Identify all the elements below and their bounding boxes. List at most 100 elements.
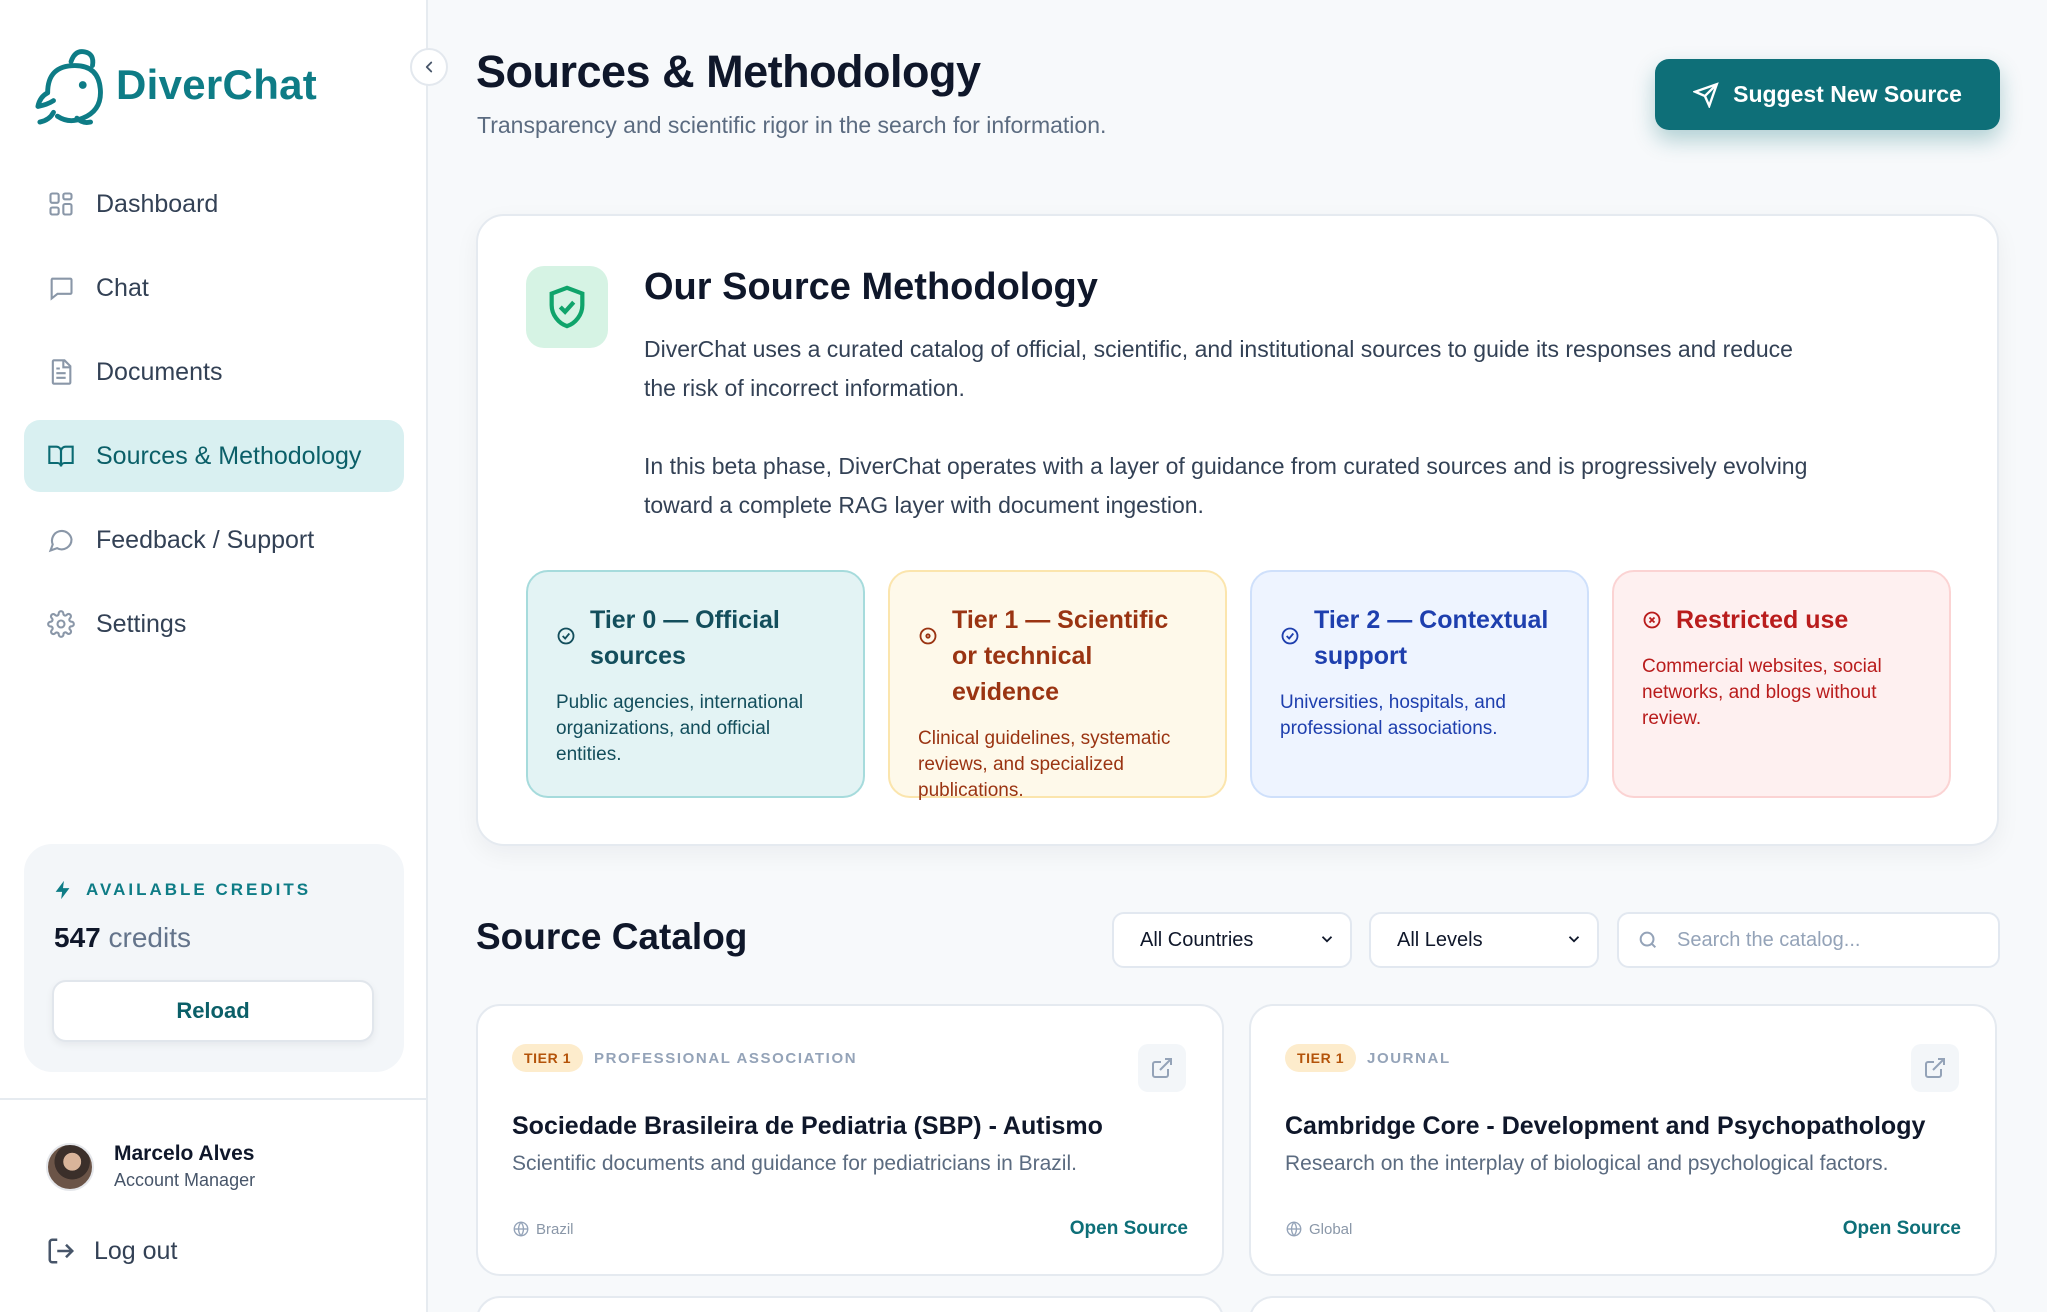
source-card-partial	[1249, 1296, 1997, 1312]
user-role: Account Manager	[114, 1170, 256, 1190]
country-filter-select[interactable]: All Countries	[1112, 912, 1352, 968]
open-source-link[interactable]: Open Source	[1070, 1218, 1188, 1240]
tier-2-description: Universities, hospitals, and professiona…	[1280, 692, 1506, 739]
sidebar-item-label: Sources & Methodology	[96, 441, 362, 470]
source-region: Global	[1285, 1220, 1352, 1238]
tier-0-description: Public agencies, international organizat…	[556, 692, 804, 765]
logout-button[interactable]: Log out	[46, 1236, 177, 1266]
sidebar-item-documents[interactable]: Documents	[24, 336, 404, 408]
country-filter-value: All Countries	[1140, 928, 1254, 951]
credits-unit: credits	[108, 922, 191, 953]
restricted-use-title: Restricted use	[1676, 606, 1849, 634]
document-icon	[46, 357, 76, 387]
source-name: Cambridge Core - Development and Psychop…	[1285, 1112, 1926, 1140]
sidebar-item-chat[interactable]: Chat	[24, 252, 404, 324]
gear-icon	[46, 609, 76, 639]
external-link-button[interactable]	[1911, 1044, 1959, 1092]
credits-card: AVAILABLE CREDITS 547 credits Reload	[24, 844, 404, 1072]
sidebar-item-label: Settings	[96, 609, 187, 638]
message-circle-icon	[46, 525, 76, 555]
source-region: Brazil	[512, 1220, 574, 1238]
chat-icon	[46, 273, 76, 303]
tier-0-card: Tier 0 — Official sources Public agencie…	[526, 570, 865, 798]
dot-circle-icon	[919, 627, 937, 645]
page-title: Sources & Methodology	[476, 46, 981, 97]
sidebar-item-settings[interactable]: Settings	[24, 588, 404, 660]
source-name: Sociedade Brasileira de Pediatria (SBP) …	[512, 1112, 1103, 1140]
credits-label: AVAILABLE CREDITS	[86, 880, 312, 899]
avatar	[46, 1142, 94, 1191]
open-source-link[interactable]: Open Source	[1843, 1218, 1961, 1240]
tier-1-heading: Tier 1 — Scientific or technical evidenc…	[918, 602, 1197, 710]
check-circle-icon	[1281, 627, 1299, 645]
credits-value: 547 credits	[54, 922, 191, 954]
search-input[interactable]	[1677, 928, 1977, 952]
globe-icon	[1286, 1221, 1302, 1237]
source-type: JOURNAL	[1367, 1050, 1451, 1067]
sidebar-item-feedback-support[interactable]: Feedback / Support	[24, 504, 404, 576]
methodology-paragraph-2: In this beta phase, DiverChat operates w…	[644, 453, 1808, 518]
logout-label: Log out	[94, 1236, 178, 1265]
sidebar-nav: Dashboard Chat Documents Sources & Metho…	[24, 168, 404, 672]
whale-logo-icon	[35, 49, 103, 125]
catalog-title: Source Catalog	[476, 916, 748, 957]
sidebar-item-label: Dashboard	[96, 189, 219, 218]
catalog-search	[1617, 912, 2000, 968]
credits-label-row: AVAILABLE CREDITS	[52, 878, 311, 902]
sidebar-item-label: Feedback / Support	[96, 525, 315, 554]
source-region-label: Brazil	[536, 1220, 574, 1238]
sidebar-item-dashboard[interactable]: Dashboard	[24, 168, 404, 240]
tier-2-card: Tier 2 — Contextual support Universities…	[1250, 570, 1589, 798]
methodology-card: Our Source Methodology DiverChat uses a …	[476, 214, 1999, 846]
user-name: Marcelo Alves	[114, 1142, 255, 1165]
logout-icon	[48, 1238, 75, 1264]
restricted-use-description: Commercial websites, social networks, an…	[1642, 656, 1882, 729]
tier-badge: TIER 1	[512, 1044, 584, 1072]
tier-1-title: Tier 1 — Scientific or technical evidenc…	[952, 606, 1169, 706]
app-logo[interactable]: DiverChat	[34, 44, 317, 126]
source-card: TIER 1 JOURNAL Cambridge Core - Developm…	[1249, 1004, 1997, 1276]
external-link-button[interactable]	[1138, 1044, 1186, 1092]
source-card: TIER 1 PROFESSIONAL ASSOCIATION Sociedad…	[476, 1004, 1224, 1276]
sidebar-item-label: Chat	[96, 273, 149, 302]
chevron-left-icon	[425, 61, 433, 73]
shield-check-icon	[549, 285, 585, 329]
search-icon	[1639, 931, 1657, 949]
level-filter-value: All Levels	[1397, 928, 1483, 951]
user-profile[interactable]: Marcelo Alves Account Manager	[46, 1142, 255, 1191]
source-description: Research on the interplay of biological …	[1285, 1152, 1889, 1175]
globe-icon	[513, 1221, 529, 1237]
tier-1-card: Tier 1 — Scientific or technical evidenc…	[888, 570, 1227, 801]
external-link-icon	[1925, 1058, 1945, 1078]
app-name: DiverChat	[116, 61, 318, 108]
source-region-label: Global	[1309, 1220, 1353, 1238]
send-icon	[1693, 81, 1719, 108]
methodology-paragraph-1: DiverChat uses a curated catalog of offi…	[644, 336, 1793, 401]
restricted-use-card: Restricted use Commercial websites, soci…	[1612, 570, 1951, 798]
credits-number: 547	[54, 922, 101, 953]
sidebar-divider	[0, 1098, 428, 1100]
book-icon	[46, 441, 76, 471]
x-circle-icon	[1643, 611, 1661, 629]
lightning-icon	[55, 880, 70, 900]
tier-badge: TIER 1	[1285, 1044, 1357, 1072]
suggest-new-source-button[interactable]: Suggest New Source	[1655, 59, 2000, 130]
tier-2-title: Tier 2 — Contextual support	[1314, 606, 1549, 670]
reload-button[interactable]: Reload	[52, 980, 374, 1042]
collapse-sidebar-button[interactable]	[410, 48, 448, 86]
tier-1-description: Clinical guidelines, systematic reviews,…	[918, 728, 1171, 801]
sidebar-item-label: Documents	[96, 357, 223, 386]
chevron-down-icon	[1321, 936, 1333, 943]
source-card-partial	[476, 1296, 1224, 1312]
level-filter-select[interactable]: All Levels	[1369, 912, 1599, 968]
tier-0-heading: Tier 0 — Official sources	[556, 602, 835, 674]
chevron-down-icon	[1568, 936, 1580, 943]
sidebar: DiverChat Dashboard Chat Documents Sourc…	[0, 0, 428, 1312]
source-type: PROFESSIONAL ASSOCIATION	[594, 1050, 858, 1067]
main-content: Sources & Methodology Transparency and s…	[428, 0, 2047, 1312]
tier-0-title: Tier 0 — Official sources	[590, 606, 780, 670]
source-description: Scientific documents and guidance for pe…	[512, 1152, 1077, 1175]
tier-2-heading: Tier 2 — Contextual support	[1280, 602, 1559, 674]
external-link-icon	[1152, 1058, 1172, 1078]
sidebar-item-sources-methodology[interactable]: Sources & Methodology	[24, 420, 404, 492]
